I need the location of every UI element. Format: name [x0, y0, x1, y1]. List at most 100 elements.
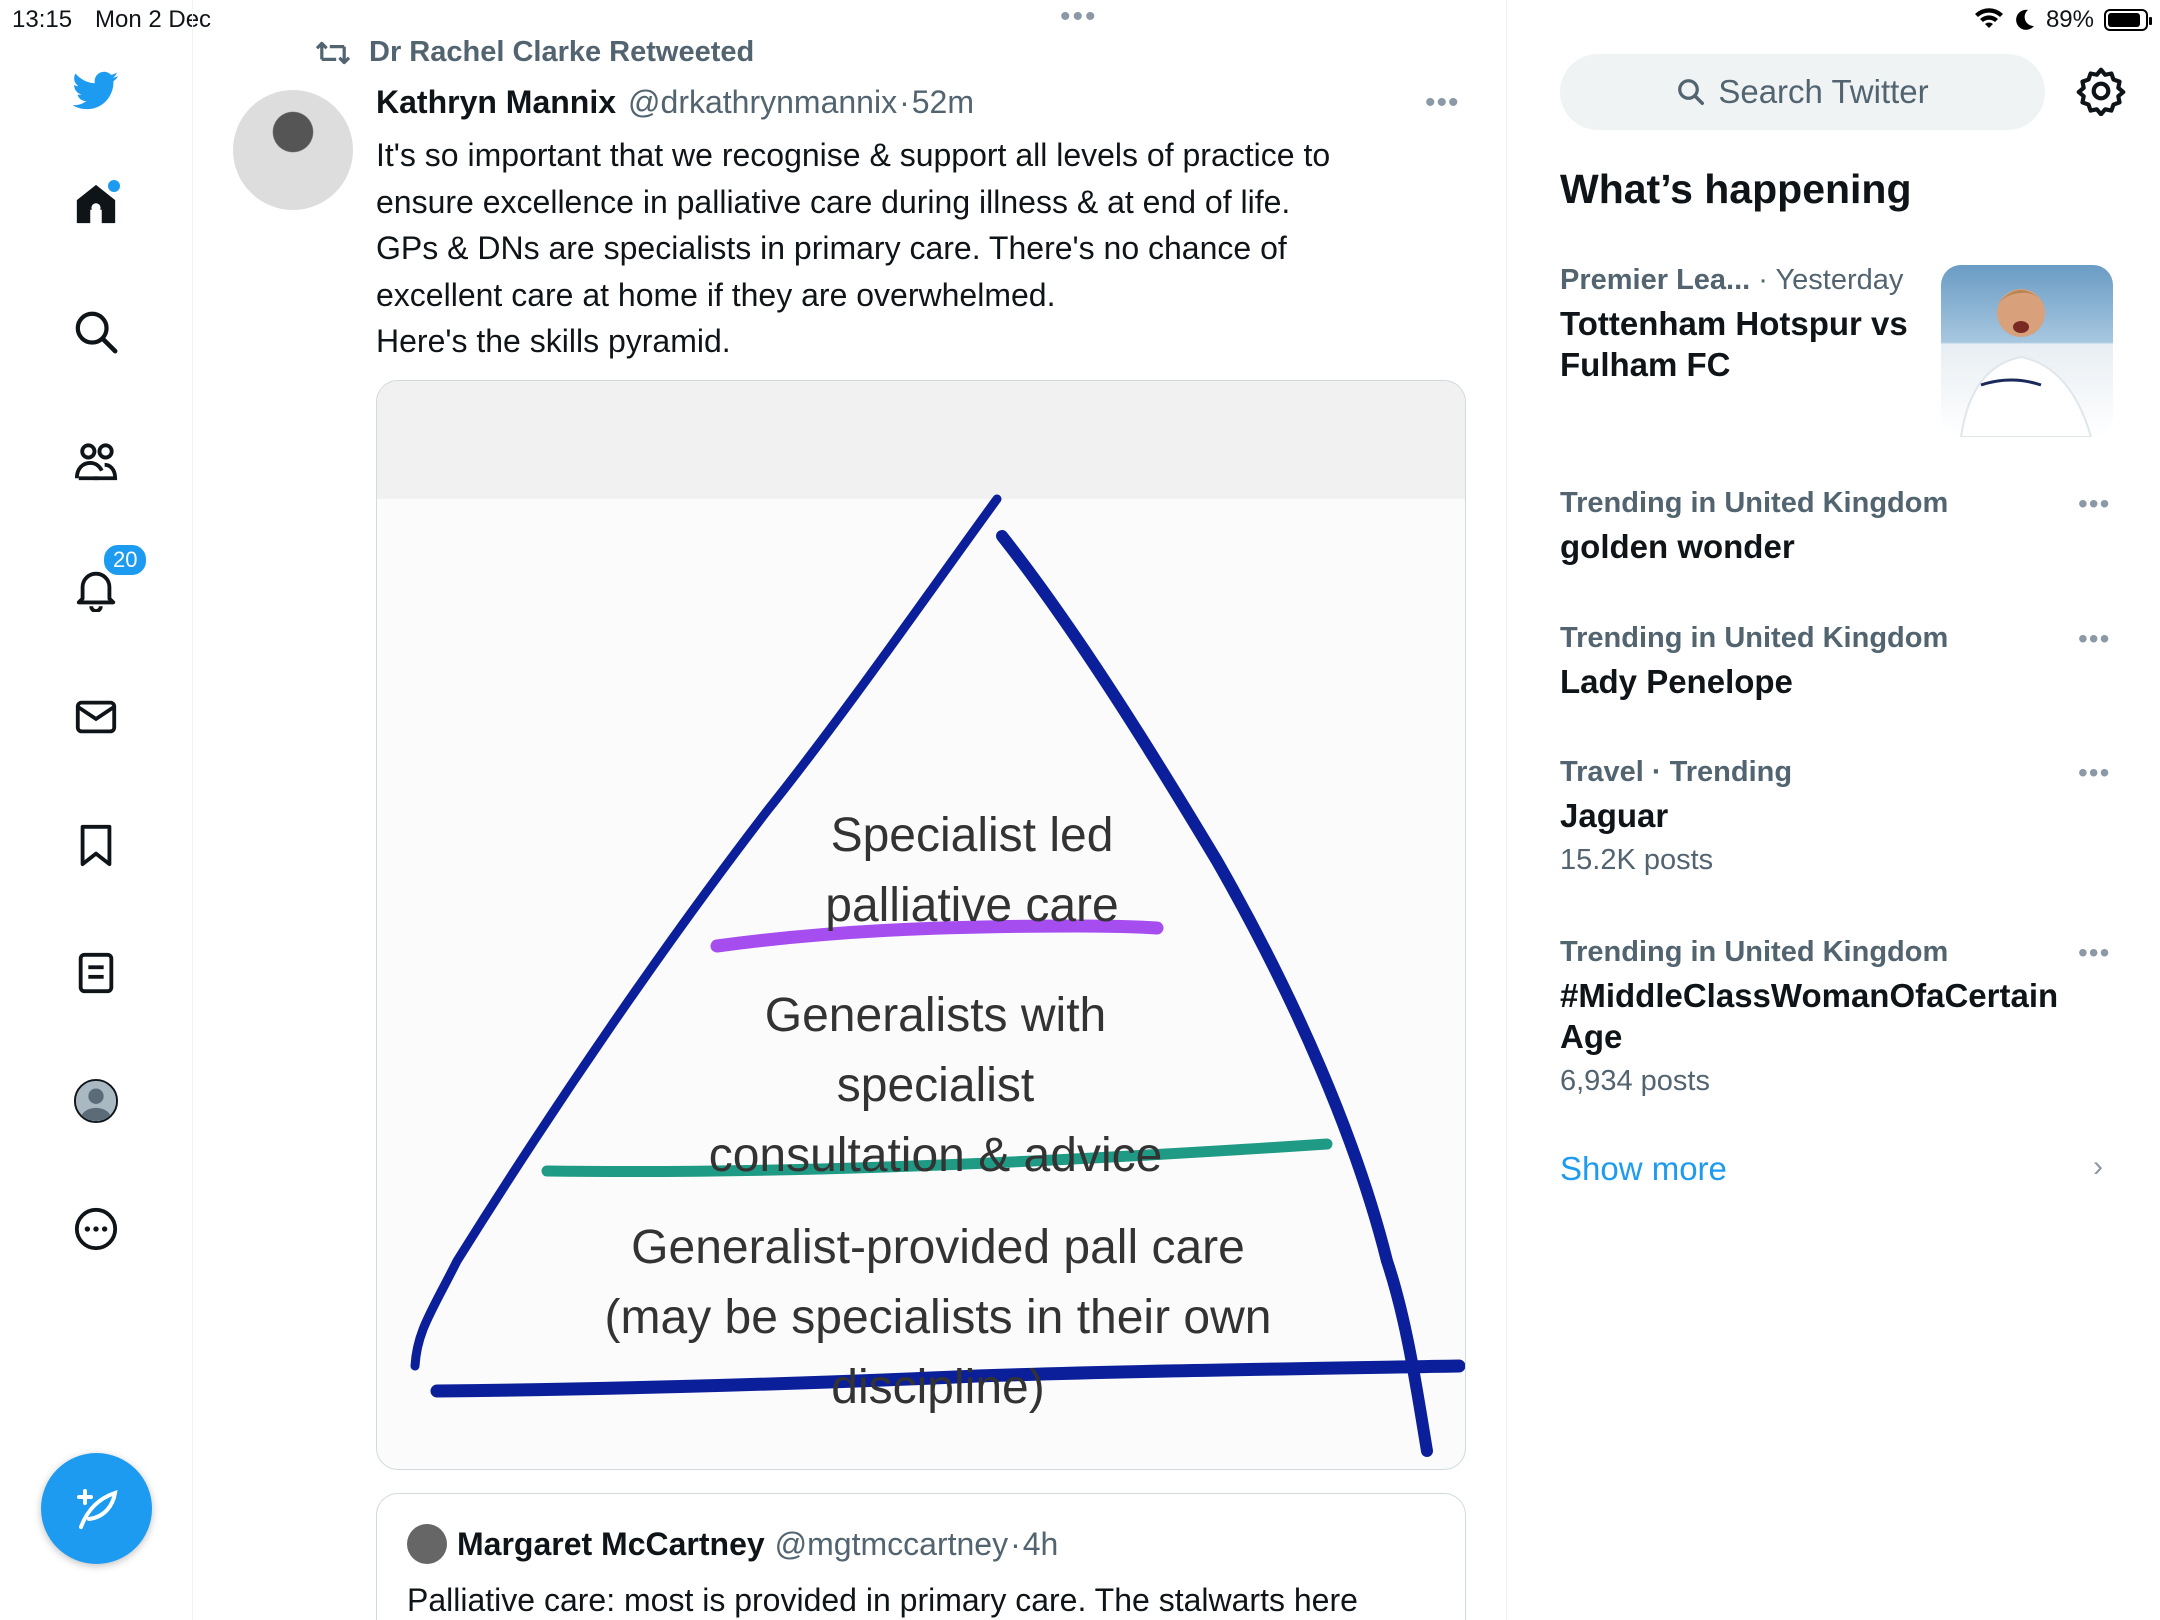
twitter-logo-icon[interactable] — [62, 56, 130, 124]
trend-title: Tottenham Hotspur vs Fulham FC — [1560, 303, 1960, 385]
tier-bottom-line: discipline) — [831, 1361, 1045, 1414]
tweet-text-line: ensure excellence in palliative care dur… — [376, 183, 1291, 220]
search-icon — [75, 311, 118, 354]
more-circle-icon — [74, 1207, 118, 1251]
tier-top-line: palliative care — [825, 879, 1119, 932]
compose-tweet-button[interactable] — [41, 1453, 152, 1564]
trend-title: golden wonder — [1560, 526, 2120, 567]
tweet-text: It's so important that we recognise & su… — [376, 132, 1416, 365]
left-navigation: 20 — [0, 0, 193, 1620]
trend-meta: Trending in United Kingdom — [1560, 622, 2120, 655]
trend-title-line: Tottenham Hotspur vs — [1560, 305, 1908, 342]
trend-title-line: golden wonder — [1560, 528, 1795, 565]
trend-title-line: Fulham FC — [1560, 346, 1731, 383]
nav-home[interactable] — [62, 170, 130, 238]
trend-title: Lady Penelope — [1560, 661, 2120, 702]
show-more-link[interactable]: Show more — [1560, 1150, 1727, 1188]
quoted-tweet-header: Margaret McCartney @mgtmccartney · 4h — [407, 1524, 1058, 1564]
footballer-photo — [1959, 289, 2093, 437]
nav-profile[interactable] — [62, 1067, 130, 1135]
tweet-more-button[interactable]: ••• — [1425, 86, 1460, 120]
tier-top-text: Specialist led palliative care — [377, 801, 1465, 941]
whats-happening-title: What’s happening — [1560, 166, 1912, 212]
tweet-text-line: Here's the skills pyramid. — [376, 323, 731, 359]
trend-item[interactable]: Trending in United Kingdom #MiddleClassW… — [1560, 936, 2160, 1098]
quoted-author-avatar — [407, 1524, 447, 1564]
trend-title-line: Jaguar — [1560, 797, 1669, 834]
trend-time: · Yesterday — [1758, 264, 1904, 296]
trend-title-line: #MiddleClassWomanOfaCertain — [1560, 977, 2059, 1014]
trend-item[interactable]: Trending in United Kingdom golden wonder — [1560, 487, 2120, 567]
tweet-text-line: excellent care at home if they are overw… — [376, 276, 1056, 313]
tier-middle-line: specialist — [836, 1059, 1035, 1112]
trend-category: Trending in United Kingdom — [1560, 487, 1949, 519]
trend-item[interactable]: Trending in United Kingdom Lady Penelope — [1560, 622, 2120, 702]
trend-category: Trending in United Kingdom — [1560, 936, 1949, 968]
quoted-author-name: Margaret McCartney — [457, 1525, 765, 1562]
search-input[interactable]: Search Twitter — [1560, 54, 2045, 130]
trend-category: Trending in United Kingdom — [1560, 622, 1949, 654]
trend-more-button[interactable]: ••• — [2078, 937, 2110, 969]
quoted-tweet[interactable]: Margaret McCartney @mgtmccartney · 4h Pa… — [376, 1493, 1466, 1620]
trend-post-count: 6,934 posts — [1560, 1065, 1710, 1097]
timeline: Dr Rachel Clarke Retweeted Kathryn Manni… — [193, 0, 1507, 1620]
tier-bottom-line: (may be specialists in their own — [604, 1291, 1272, 1344]
trend-meta: Trending in United Kingdom — [1560, 936, 2160, 969]
tier-top-line: Specialist led — [830, 809, 1114, 862]
trend-meta: Premier Lea... · Yesterday — [1560, 264, 1960, 297]
trend-more-button[interactable]: ••• — [2078, 623, 2110, 655]
tier-bottom-text: Generalist-provided pall care (may be sp… — [377, 1213, 1465, 1423]
quill-plus-icon — [76, 1488, 118, 1529]
tweet-time[interactable]: 52m — [912, 84, 974, 121]
tier-middle-line: consultation & advice — [708, 1129, 1163, 1182]
trend-category: Travel · Trending — [1560, 756, 1793, 788]
tweet-text-line: It's so important that we recognise & su… — [376, 137, 1331, 173]
author-avatar[interactable] — [233, 90, 353, 210]
notifications-badge: 20 — [102, 543, 149, 577]
mail-icon — [75, 700, 117, 734]
quoted-tweet-text: Palliative care: most is provided in pri… — [407, 1582, 1358, 1618]
bird-icon — [73, 71, 119, 110]
search-placeholder: Search Twitter — [1718, 73, 1929, 110]
nav-messages[interactable] — [62, 683, 130, 751]
search-icon — [1678, 79, 1705, 105]
sidebar: Search Twitter What’s happening Premier … — [1508, 0, 2160, 1620]
retweet-context[interactable]: Dr Rachel Clarke Retweeted — [313, 36, 754, 69]
trend-title-line: Age — [1560, 1018, 1623, 1055]
retweet-icon — [315, 41, 351, 64]
people-icon — [74, 443, 118, 481]
tier-middle-text: Generalists with specialist consultation… — [377, 981, 1465, 1191]
profile-avatar-icon — [73, 1078, 119, 1124]
trend-title: Jaguar — [1560, 795, 2120, 836]
nav-notifications[interactable]: 20 — [62, 543, 149, 623]
nav-explore[interactable] — [62, 298, 130, 366]
retweeted-by-label: Dr Rachel Clarke Retweeted — [369, 36, 755, 68]
tier-middle-line: Generalists with — [764, 989, 1107, 1042]
quoted-time: 4h — [1022, 1525, 1059, 1562]
bookmark-icon — [80, 824, 112, 867]
nav-more[interactable] — [62, 1195, 130, 1263]
trend-category: Premier Lea... — [1560, 264, 1751, 296]
quoted-author-handle: @mgtmccartney — [774, 1525, 1009, 1562]
nav-communities[interactable] — [62, 427, 130, 495]
tweet-header: Kathryn Mannix @drkathrynmannix · 52m — [376, 84, 974, 121]
tweet-image[interactable]: Specialist led palliative care Generalis… — [376, 380, 1466, 1470]
nav-lists[interactable] — [62, 939, 130, 1007]
trend-post-count: 15.2K posts — [1560, 844, 1714, 876]
tweet-text-line: GPs & DNs are specialists in primary car… — [376, 230, 1287, 266]
list-icon — [78, 952, 114, 994]
nav-bookmarks[interactable] — [62, 811, 130, 879]
settings-gear-icon[interactable] — [2076, 66, 2126, 116]
trend-more-button[interactable]: ••• — [2078, 488, 2110, 520]
new-content-dot — [108, 180, 120, 192]
trend-item[interactable]: Travel · Trending Jaguar 15.2K posts — [1560, 756, 2120, 877]
trend-meta: Travel · Trending — [1560, 756, 2120, 789]
author-name[interactable]: Kathryn Mannix — [376, 84, 616, 121]
chevron-right-icon: › — [2093, 1150, 2103, 1183]
trend-more-button[interactable]: ••• — [2078, 757, 2110, 789]
author-handle[interactable]: @drkathrynmannix — [628, 84, 897, 121]
header-separator: · — [899, 84, 910, 120]
quoted-separator: · — [1010, 1525, 1021, 1562]
trend-item[interactable]: Premier Lea... · Yesterday Tottenham Hot… — [1560, 264, 1960, 385]
trend-thumbnail[interactable] — [1941, 265, 2113, 437]
